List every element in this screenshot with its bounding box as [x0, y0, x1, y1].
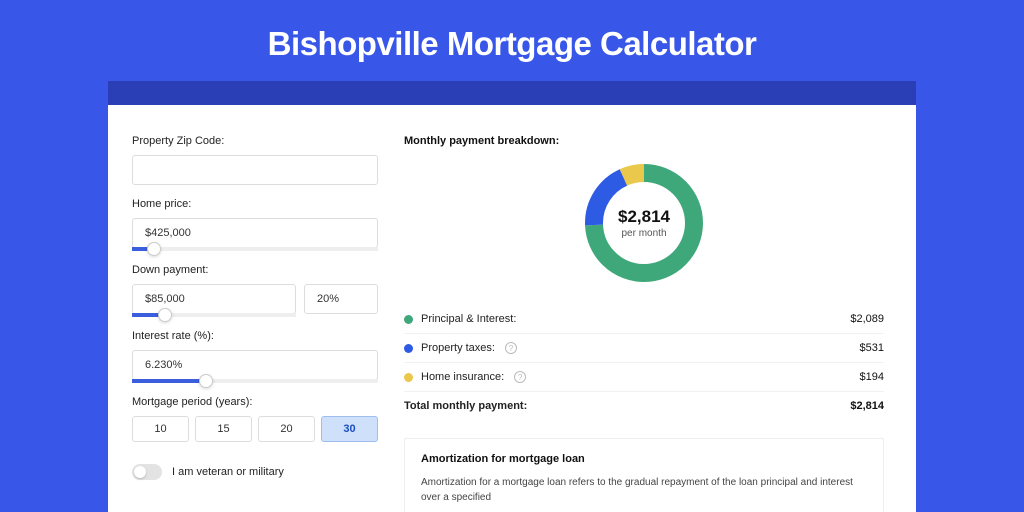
- price-input[interactable]: [132, 218, 378, 248]
- donut-sub: per month: [621, 228, 666, 239]
- info-icon[interactable]: ?: [514, 371, 526, 383]
- down-field: Down payment:: [132, 264, 378, 317]
- amortization-card: Amortization for mortgage loan Amortizat…: [404, 438, 884, 512]
- down-slider-thumb[interactable]: [158, 308, 172, 322]
- calculator-card: Property Zip Code: Home price: Down paym…: [108, 105, 916, 512]
- rate-label: Interest rate (%):: [132, 330, 378, 342]
- legend-label: Principal & Interest:: [421, 313, 516, 325]
- info-icon[interactable]: ?: [505, 342, 517, 354]
- legend-value: $194: [860, 371, 884, 383]
- down-amount-input[interactable]: [132, 284, 296, 314]
- legend: Principal & Interest: $2,089 Property taxe…: [404, 305, 884, 420]
- page-title: Bishopville Mortgage Calculator: [0, 0, 1024, 81]
- legend-label: Property taxes:: [421, 342, 495, 354]
- zip-field: Property Zip Code:: [132, 135, 378, 185]
- down-pct-input[interactable]: [304, 284, 378, 314]
- breakdown-panel: Monthly payment breakdown: $2,814 per mo…: [404, 135, 884, 512]
- amort-title: Amortization for mortgage loan: [421, 453, 867, 465]
- total-label: Total monthly payment:: [404, 400, 527, 412]
- toggle-knob: [134, 466, 146, 478]
- price-field: Home price:: [132, 198, 378, 251]
- rate-field: Interest rate (%):: [132, 330, 378, 383]
- period-options: 10152030: [132, 416, 378, 442]
- price-label: Home price:: [132, 198, 378, 210]
- legend-row: Principal & Interest: $2,089: [404, 305, 884, 334]
- veteran-label: I am veteran or military: [172, 466, 284, 478]
- rate-input[interactable]: [132, 350, 378, 380]
- rate-slider[interactable]: [132, 379, 378, 383]
- zip-label: Property Zip Code:: [132, 135, 378, 147]
- rate-slider-thumb[interactable]: [199, 374, 213, 388]
- period-label: Mortgage period (years):: [132, 396, 378, 408]
- price-slider[interactable]: [132, 247, 378, 251]
- amort-text: Amortization for a mortgage loan refers …: [421, 475, 867, 505]
- legend-value: $531: [860, 342, 884, 354]
- total-value: $2,814: [850, 400, 884, 412]
- legend-label: Home insurance:: [421, 371, 504, 383]
- donut-amount: $2,814: [618, 207, 670, 227]
- period-field: Mortgage period (years): 10152030: [132, 396, 378, 442]
- period-option-15[interactable]: 15: [195, 416, 252, 442]
- legend-dot: [404, 315, 413, 324]
- period-option-20[interactable]: 20: [258, 416, 315, 442]
- legend-total-row: Total monthly payment: $2,814: [404, 392, 884, 420]
- down-slider[interactable]: [132, 313, 296, 317]
- breakdown-title: Monthly payment breakdown:: [404, 135, 884, 147]
- period-option-30[interactable]: 30: [321, 416, 378, 442]
- payment-donut-chart: $2,814 per month: [580, 159, 708, 287]
- price-slider-thumb[interactable]: [147, 242, 161, 256]
- zip-input[interactable]: [132, 155, 378, 185]
- accent-strip: [108, 81, 916, 105]
- legend-value: $2,089: [850, 313, 884, 325]
- legend-dot: [404, 344, 413, 353]
- down-label: Down payment:: [132, 264, 378, 276]
- veteran-toggle[interactable]: [132, 464, 162, 480]
- inputs-panel: Property Zip Code: Home price: Down paym…: [132, 135, 378, 512]
- legend-row: Property taxes:? $531: [404, 334, 884, 363]
- legend-dot: [404, 373, 413, 382]
- veteran-row: I am veteran or military: [132, 464, 378, 480]
- period-option-10[interactable]: 10: [132, 416, 189, 442]
- legend-row: Home insurance:? $194: [404, 363, 884, 392]
